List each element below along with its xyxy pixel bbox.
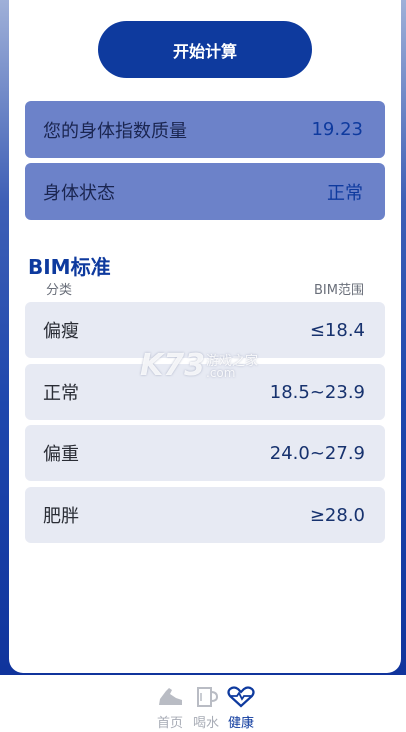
bim-range: ≥28.0 <box>309 504 365 526</box>
start-calculate-button[interactable]: 开始计算 <box>98 21 312 78</box>
watermark-domain: .com <box>206 366 236 380</box>
cup-icon <box>197 687 219 707</box>
tab-home[interactable]: 首页 <box>152 685 188 731</box>
bim-row-overweight: 偏重 24.0~27.9 <box>25 425 385 481</box>
tab-water[interactable]: 喝水 <box>188 685 224 731</box>
bim-row-underweight: 偏瘦 ≤18.4 <box>25 302 385 358</box>
bim-section-title: BIM标准 <box>28 255 111 279</box>
tab-label: 喝水 <box>192 716 219 731</box>
bmi-value-row: 您的身体指数质量 19.23 <box>25 101 385 158</box>
bim-category: 正常 <box>43 383 79 404</box>
tab-health[interactable]: 健康 <box>223 685 259 731</box>
bmi-value: 19.23 <box>311 119 363 140</box>
watermark-brand: K73 <box>140 348 205 383</box>
bim-row-obese: 肥胖 ≥28.0 <box>25 487 385 543</box>
body-status-row: 身体状态 正常 <box>25 163 385 220</box>
bim-category: 偏重 <box>43 444 79 465</box>
column-header-range: BIM范围 <box>314 283 364 298</box>
tab-label: 健康 <box>227 716 254 731</box>
heart-pulse-icon <box>227 686 255 708</box>
bim-row-normal: 正常 18.5~23.9 <box>25 364 385 420</box>
bottom-tab-bar: 首页 喝水 健康 <box>0 675 406 732</box>
body-status-value: 正常 <box>327 182 363 204</box>
shoe-icon <box>159 688 182 705</box>
body-status-label: 身体状态 <box>43 182 115 204</box>
bim-range: ≤18.4 <box>309 319 365 341</box>
watermark-logo: K73 游戏之家 .com <box>140 348 258 383</box>
tab-label: 首页 <box>156 716 183 731</box>
bim-range: 18.5~23.9 <box>269 381 365 403</box>
bmi-value-label: 您的身体指数质量 <box>43 120 187 142</box>
column-header-category: 分类 <box>46 283 73 298</box>
bim-category: 肥胖 <box>43 506 79 527</box>
bim-category: 偏瘦 <box>43 321 79 342</box>
bim-range: 24.0~27.9 <box>269 442 365 464</box>
